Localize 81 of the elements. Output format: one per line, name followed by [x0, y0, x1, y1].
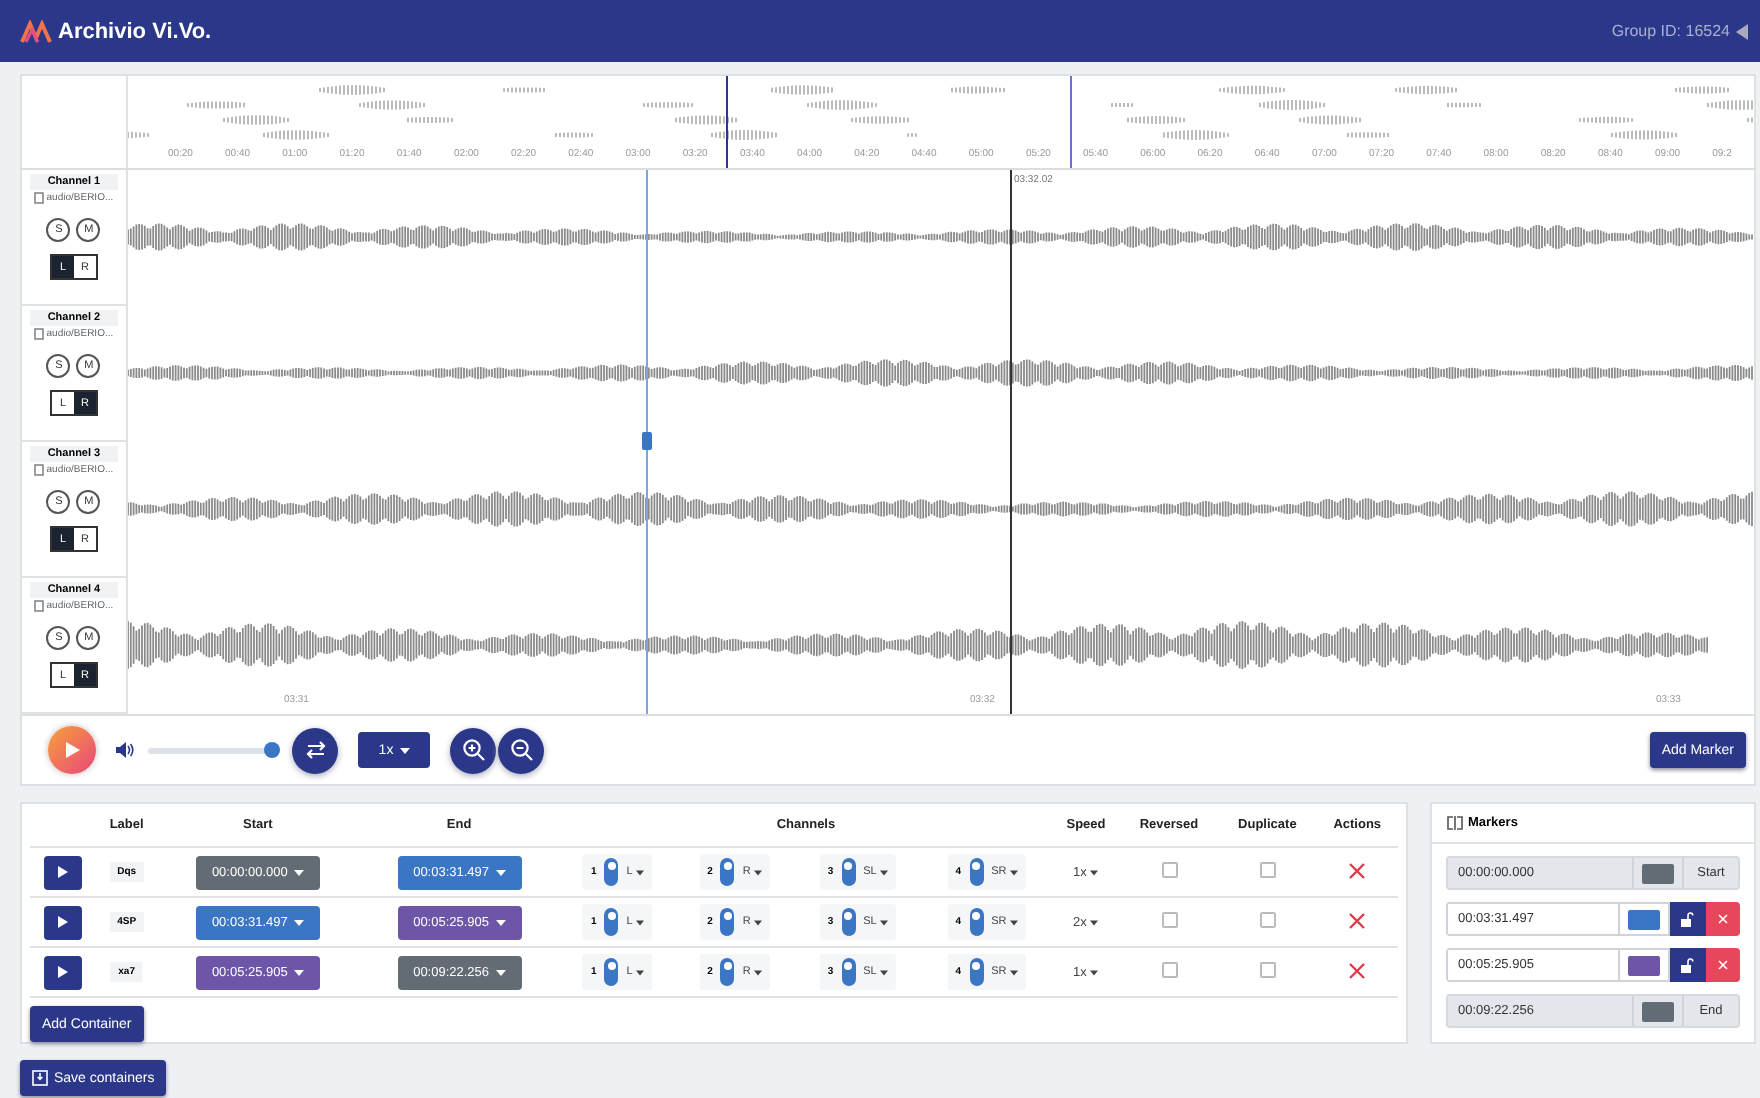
delete-button[interactable]: [1705, 948, 1740, 982]
play-icon: [58, 966, 68, 978]
caret-icon: [293, 919, 304, 925]
channel-toggle[interactable]: [604, 858, 619, 886]
channel-toggle[interactable]: [604, 908, 619, 936]
reversed-checkbox[interactable]: [1161, 912, 1177, 928]
zoom-out-icon: [509, 738, 533, 762]
channel-toggle[interactable]: [969, 908, 984, 936]
channel-toggle[interactable]: [720, 958, 735, 986]
loop-button[interactable]: [292, 727, 338, 773]
caret-left-icon[interactable]: [1736, 23, 1748, 39]
channel-toggle[interactable]: [604, 958, 619, 986]
channel-toggle[interactable]: [841, 858, 856, 886]
caret-icon: [495, 869, 506, 875]
channel-toggle[interactable]: [720, 858, 735, 886]
play-icon: [58, 866, 68, 878]
play-button[interactable]: [44, 855, 82, 889]
caret-icon: [399, 747, 410, 753]
volume-thumb[interactable]: [264, 742, 280, 758]
channel-toggle[interactable]: [841, 958, 856, 986]
caret-icon: [293, 869, 304, 875]
caret-icon: [880, 869, 889, 875]
play-icon: [64, 742, 80, 758]
duplicate-checkbox[interactable]: [1259, 912, 1276, 928]
delete-icon[interactable]: [1348, 911, 1367, 929]
zoom-in-icon: [461, 738, 485, 762]
close-icon: [1717, 960, 1728, 970]
channel-toggle[interactable]: [841, 908, 856, 936]
caret-icon: [1090, 919, 1099, 925]
volume-icon: [116, 742, 134, 758]
close-icon: [1717, 914, 1728, 924]
reversed-checkbox[interactable]: [1161, 962, 1177, 978]
caret-icon: [1010, 869, 1019, 875]
play-button[interactable]: [44, 905, 82, 939]
unlock-icon: [1680, 911, 1695, 927]
channel-toggle[interactable]: [720, 908, 735, 936]
caret-icon: [754, 969, 763, 975]
file-icon: [34, 600, 45, 612]
caret-icon: [293, 969, 304, 975]
duplicate-checkbox[interactable]: [1259, 862, 1276, 878]
caret-icon: [880, 919, 889, 925]
unlock-icon: [1680, 957, 1695, 973]
swap-arrows-icon: [303, 738, 327, 762]
file-icon: [34, 464, 45, 476]
channel-toggle[interactable]: [969, 958, 984, 986]
duplicate-checkbox[interactable]: [1259, 962, 1276, 978]
delete-button[interactable]: [1705, 902, 1740, 936]
caret-icon: [636, 869, 645, 875]
marker-icon: [1446, 816, 1464, 830]
zoom-out-button[interactable]: [498, 727, 544, 773]
marker-line: [1069, 76, 1072, 168]
caret-icon: [636, 919, 645, 925]
logo-icon: [20, 19, 52, 43]
file-icon: [34, 328, 45, 340]
caret-icon: [1090, 869, 1099, 875]
caret-icon: [636, 969, 645, 975]
caret-icon: [754, 869, 763, 875]
marker-handle[interactable]: [641, 432, 652, 450]
caret-icon: [754, 919, 763, 925]
app-title: Archivio Vi.Vo.: [58, 19, 212, 43]
marker-color-picker[interactable]: [1620, 948, 1670, 982]
caret-icon: [495, 919, 506, 925]
reversed-checkbox[interactable]: [1161, 862, 1177, 878]
group-id: Group ID: 16524: [1611, 22, 1730, 40]
file-icon: [34, 192, 45, 204]
lock-button[interactable]: [1670, 948, 1705, 982]
caret-icon: [1010, 969, 1019, 975]
caret-icon: [1090, 969, 1099, 975]
caret-icon: [495, 969, 506, 975]
save-icon: [32, 1070, 48, 1086]
marker-color-picker[interactable]: [1620, 902, 1670, 936]
channel-toggle[interactable]: [969, 858, 984, 886]
play-icon: [58, 916, 68, 928]
zoom-in-button[interactable]: [450, 727, 496, 773]
marker-line: [725, 76, 729, 168]
play-button[interactable]: [44, 955, 82, 989]
caret-icon: [880, 969, 889, 975]
caret-icon: [1010, 919, 1019, 925]
lock-button[interactable]: [1670, 902, 1705, 936]
delete-icon[interactable]: [1348, 861, 1367, 879]
delete-icon[interactable]: [1348, 961, 1367, 979]
